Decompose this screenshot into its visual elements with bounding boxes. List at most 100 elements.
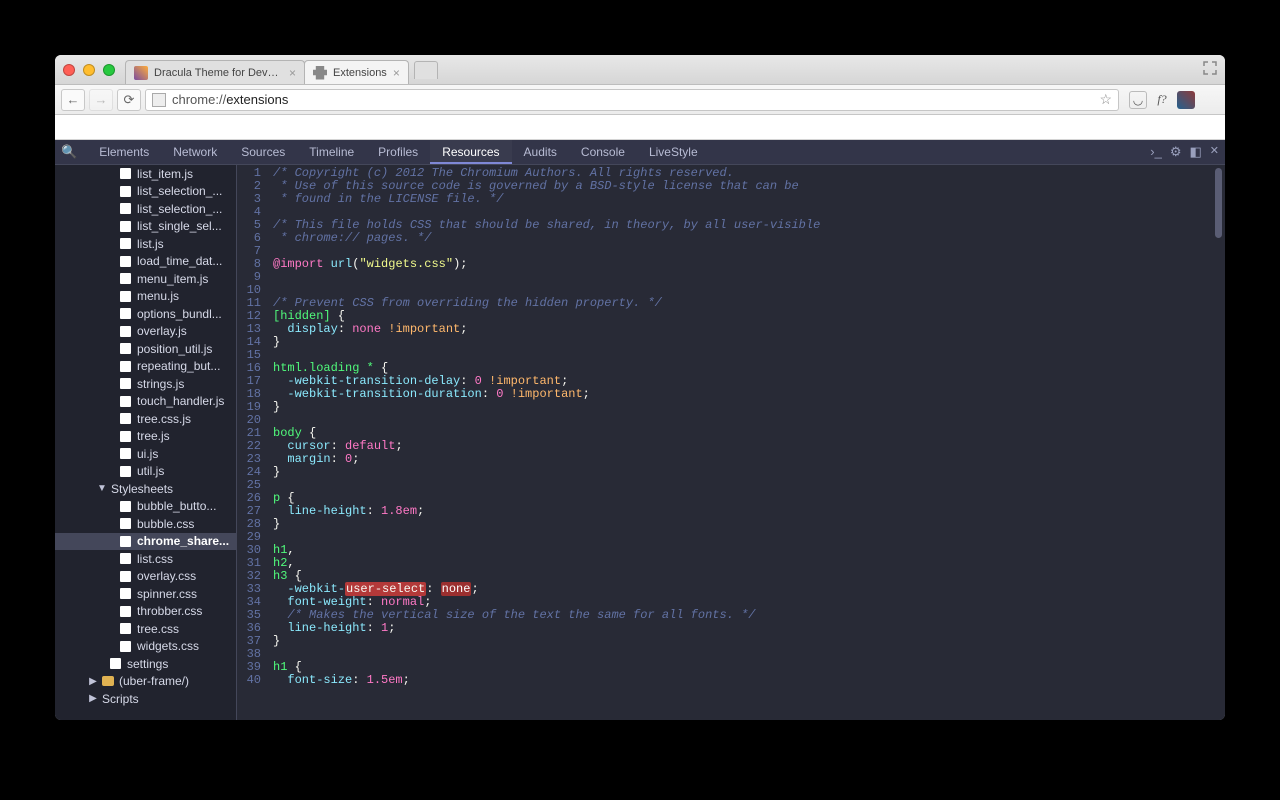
pocket-icon[interactable]: ◡ [1129,91,1147,109]
new-tab-button[interactable] [414,61,438,79]
tree-file-item[interactable]: options_bundl... [55,305,236,323]
tree-file-item[interactable]: list_selection_... [55,200,236,218]
reload-button[interactable]: ⟳ [117,89,141,111]
tree-file-item[interactable]: list.css [55,550,236,568]
tree-file-item[interactable]: strings.js [55,375,236,393]
tree-file-item[interactable]: list_selection_... [55,183,236,201]
console-toggle-icon[interactable]: ›_ [1150,144,1162,160]
tree-file-item[interactable]: spinner.css [55,585,236,603]
code-line[interactable]: /* Makes the vertical size of the text t… [273,609,1219,622]
tree-file-item[interactable]: widgets.css [55,638,236,656]
tree-file-item[interactable]: bubble_butto... [55,498,236,516]
devtools-tab-audits[interactable]: Audits [512,140,569,164]
devtools-theme-icon[interactable] [1177,91,1195,109]
devtools-tab-network[interactable]: Network [161,140,229,164]
code-line[interactable]: h1 { [273,661,1219,674]
code-line[interactable]: margin: 0; [273,453,1219,466]
code-line[interactable]: font-size: 1.5em; [273,674,1219,687]
code-line[interactable]: -webkit-transition-duration: 0 !importan… [273,388,1219,401]
tree-folder-item[interactable]: ▶(uber-frame/) [55,673,236,691]
code-line[interactable]: /* Prevent CSS from overriding the hidde… [273,297,1219,310]
menu-button[interactable] [1201,91,1219,109]
browser-tab[interactable]: Extensions× [304,60,409,84]
code-line[interactable]: display: none !important; [273,323,1219,336]
code-line[interactable] [273,648,1219,661]
code-line[interactable] [273,349,1219,362]
disclosure-triangle-icon[interactable]: ▶ [88,676,98,687]
code-line[interactable]: } [273,635,1219,648]
code-line[interactable] [273,271,1219,284]
tab-close-icon[interactable]: × [289,66,296,80]
resources-sidebar[interactable]: list_item.jslist_selection_...list_selec… [55,165,237,720]
minimize-window-button[interactable] [83,64,95,76]
format-icon[interactable]: f? [1153,91,1171,109]
source-viewer[interactable]: 1234567891011121314151617181920212223242… [237,165,1225,720]
tree-file-item[interactable]: util.js [55,463,236,481]
devtools-tab-timeline[interactable]: Timeline [297,140,366,164]
tab-close-icon[interactable]: × [393,66,400,80]
disclosure-triangle-icon[interactable]: ▶ [88,693,98,704]
code-line[interactable]: } [273,466,1219,479]
code-line[interactable]: @import url("widgets.css"); [273,258,1219,271]
omnibox[interactable]: chrome://extensions ☆ [145,89,1119,111]
devtools-tab-profiles[interactable]: Profiles [366,140,430,164]
tree-file-item[interactable]: menu.js [55,288,236,306]
tree-folder-item[interactable]: ▶Scripts [55,690,236,708]
code-line[interactable]: * chrome:// pages. */ [273,232,1219,245]
code-line[interactable]: } [273,401,1219,414]
tree-file-item[interactable]: list.js [55,235,236,253]
devtools-tab-livestyle[interactable]: LiveStyle [637,140,710,164]
settings-gear-icon[interactable]: ⚙ [1170,144,1182,160]
dock-icon[interactable]: ◧ [1189,144,1201,160]
code-line[interactable]: body { [273,427,1219,440]
code-line[interactable] [273,414,1219,427]
devtools-tab-sources[interactable]: Sources [229,140,297,164]
tree-file-item[interactable]: ui.js [55,445,236,463]
disclosure-triangle-icon[interactable]: ▼ [97,483,107,494]
code-line[interactable] [273,479,1219,492]
search-icon[interactable]: 🔍 [61,144,77,160]
tree-file-item[interactable]: tree.css [55,620,236,638]
tree-file-item[interactable]: repeating_but... [55,358,236,376]
tree-file-item[interactable]: tree.js [55,428,236,446]
forward-button[interactable]: → [89,89,113,111]
tree-file-item[interactable]: tree.css.js [55,410,236,428]
tree-file-item[interactable]: touch_handler.js [55,393,236,411]
tree-file-item[interactable]: list_item.js [55,165,236,183]
tree-file-item[interactable]: load_time_dat... [55,253,236,271]
fullscreen-icon[interactable] [1203,61,1217,75]
browser-tab[interactable]: Dracula Theme for DevToo× [125,60,305,84]
tree-file-item[interactable]: chrome_share... [55,533,236,551]
tree-file-item[interactable]: bubble.css [55,515,236,533]
devtools-tab-elements[interactable]: Elements [87,140,161,164]
tree-folder-item[interactable]: ▼Stylesheets [55,480,236,498]
devtools-tab-resources[interactable]: Resources [430,140,511,164]
code-line[interactable]: * found in the LICENSE file. */ [273,193,1219,206]
maximize-window-button[interactable] [103,64,115,76]
file-icon [120,326,131,337]
code-line[interactable]: line-height: 1; [273,622,1219,635]
code-line[interactable]: } [273,518,1219,531]
devtools-tab-console[interactable]: Console [569,140,637,164]
tree-file-item[interactable]: overlay.css [55,568,236,586]
tree-file-item[interactable]: position_util.js [55,340,236,358]
code-line[interactable]: } [273,336,1219,349]
code-line[interactable]: cursor: default; [273,440,1219,453]
tree-file-item[interactable]: throbber.css [55,603,236,621]
code-line[interactable]: h2, [273,557,1219,570]
tree-file-item[interactable]: settings [55,655,236,673]
tree-file-item[interactable]: overlay.js [55,323,236,341]
scrollbar-thumb[interactable] [1215,168,1222,238]
tree-file-item[interactable]: menu_item.js [55,270,236,288]
tree-file-item[interactable]: list_single_sel... [55,218,236,236]
bookmark-star-icon[interactable]: ☆ [1099,91,1112,108]
code-content[interactable]: /* Copyright (c) 2012 The Chromium Autho… [267,165,1225,720]
file-icon [120,553,131,564]
code-line[interactable] [273,531,1219,544]
close-window-button[interactable] [63,64,75,76]
code-line[interactable]: h1, [273,544,1219,557]
favicon-icon [313,66,327,80]
code-line[interactable]: line-height: 1.8em; [273,505,1219,518]
back-button[interactable]: ← [61,89,85,111]
close-devtools-icon[interactable]: ✕ [1210,144,1219,160]
